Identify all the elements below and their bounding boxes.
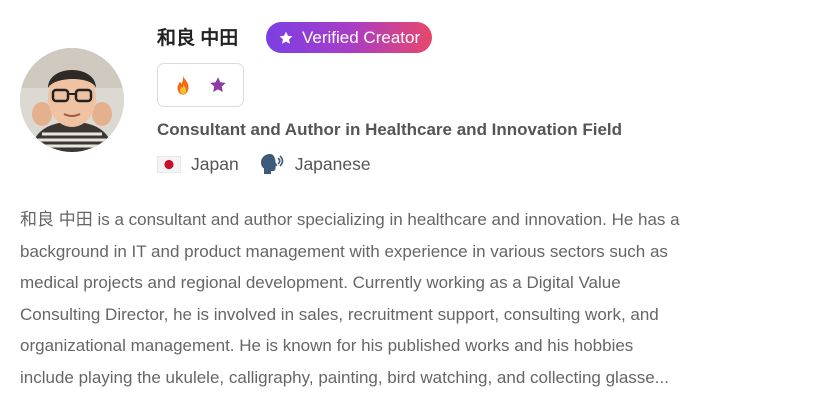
country-info: Japan [157, 154, 239, 175]
language-label: Japanese [294, 153, 371, 174]
bio-line: medical projects and regional developmen… [20, 273, 621, 293]
bio-line: include playing the ukulele, calligraphy… [20, 367, 669, 387]
verified-creator-badge: Verified Creator [266, 22, 433, 53]
language-info: Japanese [259, 152, 371, 176]
avatar [20, 48, 124, 152]
bio-line: background in IT and product management … [20, 241, 668, 261]
japan-flag-icon [157, 155, 181, 173]
bio-line: organizational management. He is known f… [20, 336, 634, 356]
star-icon [207, 74, 229, 96]
country-label: Japan [191, 153, 239, 174]
profile-name: 和良 中田 [157, 28, 239, 49]
profile-bio: 和良 中田 is a consultant and author special… [20, 204, 820, 394]
profile-meta: Japan Japanese [157, 152, 371, 176]
star-icon [278, 30, 294, 46]
bio-line: Consulting Director, he is involved in s… [20, 304, 659, 324]
bio-line: 和良 中田 is a consultant and author special… [20, 210, 680, 229]
badge-label: Verified Creator [302, 27, 421, 47]
avatar-photo [20, 48, 124, 152]
profile-headline: Consultant and Author in Healthcare and … [157, 120, 623, 139]
achievement-icons [157, 63, 244, 107]
fire-icon [172, 74, 194, 96]
speaking-head-icon [259, 152, 285, 176]
